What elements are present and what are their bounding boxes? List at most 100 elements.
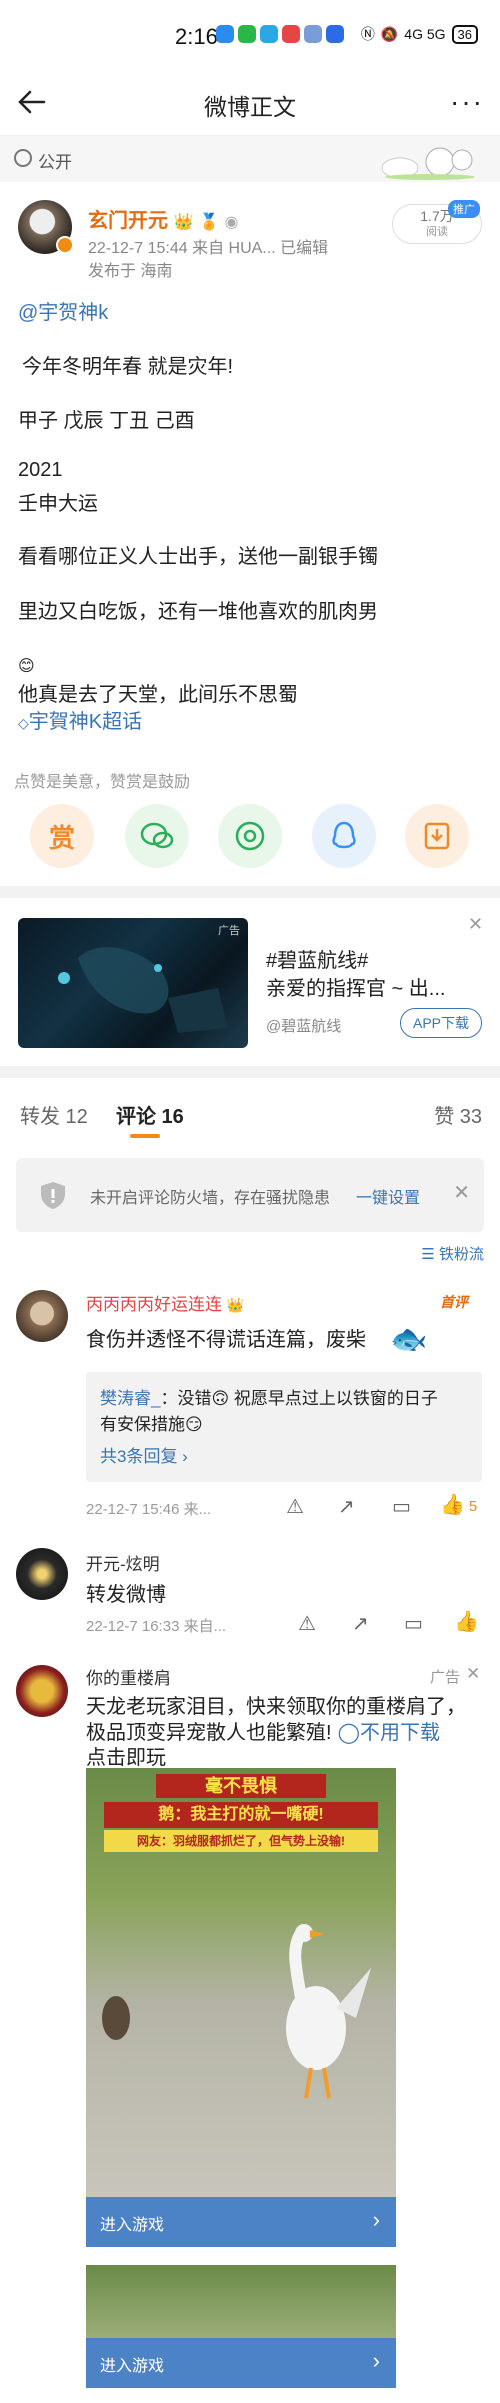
- chevron-right-icon: ›: [372, 2348, 380, 2373]
- visibility-bar: 公开: [0, 136, 500, 182]
- verified-badge-icon: [56, 236, 74, 254]
- ad-source[interactable]: @碧蓝航线: [266, 1015, 341, 1036]
- tab-like[interactable]: 赞 33: [434, 1100, 482, 1129]
- close-icon[interactable]: ✕: [453, 1180, 470, 1205]
- post-line: 里边又白吃饭，还有一堆他喜欢的肌肉男: [18, 601, 378, 623]
- close-icon[interactable]: ✕: [468, 914, 483, 935]
- sort-icon: ☰: [421, 1246, 435, 1263]
- status-app-icons: [216, 25, 344, 43]
- comment-text: 转发微博: [86, 1584, 166, 1606]
- app-notification-icon: [238, 25, 256, 43]
- play-now-link[interactable]: 点击即玩: [86, 1741, 166, 1770]
- firewall-setup-button[interactable]: 一键设置: [356, 1184, 420, 1208]
- advertiser-name[interactable]: 你的重楼肩: [86, 1664, 171, 1689]
- app-notification-icon: [326, 25, 344, 43]
- fans-sort-button[interactable]: ☰ 铁粉流: [421, 1243, 484, 1264]
- game-art-illustration: [58, 947, 228, 1033]
- status-bar: 2:16 Ⓝ 🔕 4G 5G 36: [0, 0, 500, 70]
- qq-share-button[interactable]: [312, 804, 376, 868]
- ad-subtitle[interactable]: 亲爱的指挥官 ~ 出...: [266, 972, 445, 1001]
- reward-button[interactable]: 赏: [30, 804, 94, 868]
- advertiser-avatar[interactable]: [16, 1665, 68, 1717]
- commenter-name[interactable]: 丙丙丙丙好运连连 👑: [86, 1290, 244, 1315]
- page-title: 微博正文: [204, 94, 296, 120]
- app-notification-icon: [216, 25, 234, 43]
- vip-crown-icon: 👑: [226, 1297, 245, 1313]
- like-button[interactable]: 👍 5: [440, 1492, 477, 1517]
- app-notification-icon: [304, 25, 322, 43]
- system-indicators: Ⓝ 🔕 4G 5G 36: [361, 24, 478, 44]
- commenter-avatar[interactable]: [16, 1548, 68, 1600]
- qq-icon: [332, 821, 356, 849]
- status-time: 2:16: [175, 24, 218, 49]
- smile-emoji-icon: 😊: [18, 658, 35, 675]
- ad-game-image[interactable]: 毫不畏惧 鹅：我主打的就一嘴硬! 网友：羽绒服都抓烂了，但气势上没输!: [86, 1768, 396, 2198]
- more-options-button[interactable]: ···: [450, 86, 484, 118]
- enter-game-button[interactable]: 进入游戏 ›: [86, 2197, 396, 2247]
- ad-image[interactable]: 广告: [18, 918, 248, 1048]
- topic-link[interactable]: ◇宇賀神K超话: [18, 705, 142, 734]
- wechat-icon: [140, 822, 174, 849]
- comment-firewall-notice: 未开启评论防火墙，存在骚扰隐患 一键设置 ✕: [16, 1158, 484, 1232]
- post-mention-link[interactable]: @宇贺神k: [18, 296, 108, 325]
- wechat-share-button[interactable]: [125, 804, 189, 868]
- medal-icon: ◉: [224, 214, 239, 231]
- reply-author[interactable]: 樊涛睿_: [100, 1389, 160, 1408]
- repost-icon[interactable]: ↗: [338, 1494, 355, 1519]
- moments-share-button[interactable]: [218, 804, 282, 868]
- report-icon[interactable]: ⚠: [286, 1494, 304, 1519]
- comment-meta: 22-12-7 16:33 来自...: [86, 1618, 227, 1635]
- ad-title[interactable]: #碧蓝航线#: [266, 944, 368, 973]
- moments-icon: [235, 821, 265, 851]
- promote-tag[interactable]: 推广: [448, 200, 480, 218]
- shield-icon: [41, 1182, 65, 1209]
- firewall-text: 未开启评论防火墙，存在骚扰隐患: [90, 1190, 331, 1207]
- image-save-icon: [424, 822, 450, 850]
- report-icon[interactable]: ⚠: [298, 1611, 316, 1636]
- nfc-icon: Ⓝ: [360, 26, 375, 42]
- reply-line: 有安保措施😏: [100, 1415, 203, 1434]
- tab-repost[interactable]: 转发 12: [20, 1100, 88, 1129]
- reply-more-link[interactable]: 共3条回复 ›: [100, 1442, 188, 1467]
- close-icon[interactable]: ✕: [466, 1664, 480, 1684]
- top-nav: 微博正文 ···: [0, 70, 500, 136]
- enter-game-button[interactable]: 进入游戏 ›: [86, 2338, 396, 2388]
- app-download-button[interactable]: APP下载: [400, 1008, 482, 1038]
- globe-icon: [14, 149, 32, 167]
- app-notification-icon: [260, 25, 278, 43]
- author-name[interactable]: 玄门开元 👑 🏅 ◉: [88, 204, 239, 233]
- cartoon-decoration-icon: [381, 147, 475, 180]
- post-line: 看看哪位正义人士出手，送他一副银手镯: [18, 546, 378, 568]
- reward-hint: 点赞是美意，赞赏是鼓励: [14, 774, 191, 791]
- commenter-avatar[interactable]: [16, 1290, 68, 1342]
- comment-text: 食伤并透怪不得谎话连篇，废柴: [86, 1329, 366, 1351]
- thumbs-up-icon[interactable]: 👍: [454, 1609, 479, 1634]
- section-divider: [0, 886, 500, 898]
- signal-icon: 4G 5G: [404, 26, 446, 42]
- repost-icon[interactable]: ↗: [352, 1611, 369, 1636]
- post-time-device: 22-12-7 15:44 来自 HUA... 已编辑: [88, 240, 329, 257]
- diamond-icon: ◇: [18, 715, 29, 731]
- ad-tag: 广告: [218, 925, 240, 937]
- save-image-button[interactable]: [405, 804, 469, 868]
- fan-level-icon: 🏅: [199, 214, 219, 231]
- mute-icon: 🔕: [380, 25, 399, 42]
- first-comment-badge: 首评: [440, 1294, 468, 1310]
- post-line: 今年冬明年春 就是灾年!: [22, 356, 234, 378]
- read-label: 阅读: [426, 226, 448, 238]
- ad-game-image-2[interactable]: [86, 2265, 396, 2340]
- section-divider: [0, 1066, 500, 1078]
- chevron-right-icon: ›: [372, 2207, 380, 2232]
- comment-meta: 22-12-7 15:46 来...: [86, 1501, 212, 1518]
- tab-comment[interactable]: 评论 16: [116, 1100, 184, 1129]
- thumbs-up-icon: 👍: [440, 1494, 465, 1516]
- comment-icon[interactable]: ▭: [404, 1611, 423, 1636]
- comment-icon[interactable]: ▭: [392, 1494, 411, 1519]
- post-line: 2021: [18, 459, 63, 481]
- visibility-label: 公开: [38, 153, 72, 172]
- koi-sticker-icon: 🐟: [390, 1323, 428, 1356]
- no-download-link[interactable]: ◯不用下载: [338, 1722, 440, 1744]
- commenter-name[interactable]: 开元-炫明: [86, 1550, 160, 1575]
- post-location: 发布于 海南: [88, 263, 173, 280]
- reply-preview[interactable]: 樊涛睿_：没错🙃 祝愿早点过上以铁窗的日子 有安保措施😏 共3条回复 ›: [86, 1372, 482, 1482]
